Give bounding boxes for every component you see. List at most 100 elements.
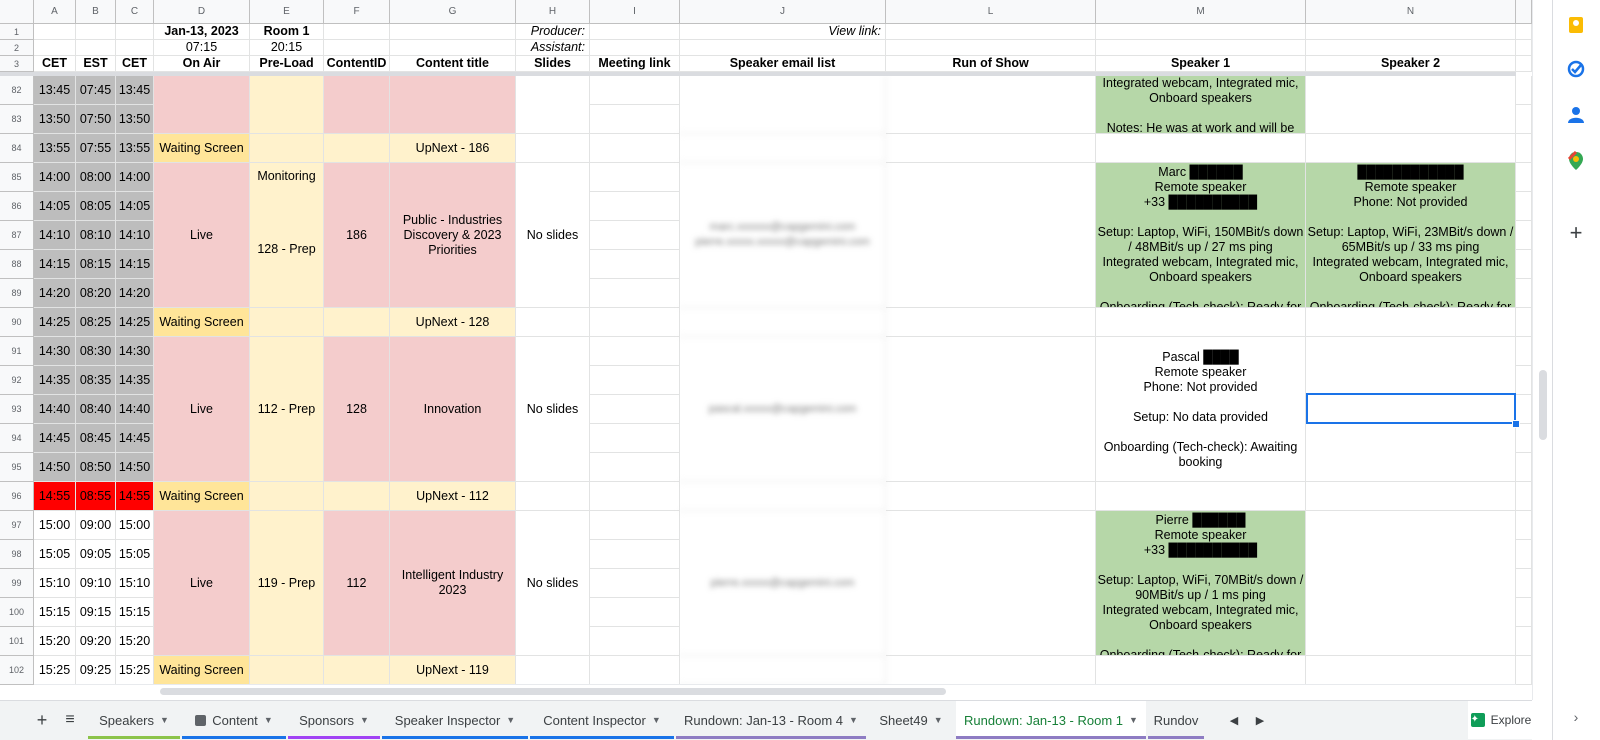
on-air-cell[interactable]: Waiting Screen (154, 656, 250, 685)
cet-time-cell[interactable]: 14:20 (34, 279, 76, 308)
speaker-1-cell[interactable] (1096, 134, 1306, 163)
column-title[interactable]: EST (76, 56, 116, 72)
cell[interactable] (1306, 40, 1516, 56)
column-title[interactable]: On Air (154, 56, 250, 72)
cet-time-cell[interactable]: 14:55 (116, 482, 154, 511)
cet-time-cell[interactable]: 14:05 (116, 192, 154, 221)
cell[interactable] (324, 40, 390, 56)
cell[interactable] (1516, 540, 1532, 569)
cell[interactable] (590, 366, 680, 395)
cell[interactable] (1516, 279, 1532, 308)
cell[interactable] (1516, 24, 1532, 40)
scroll-thumb[interactable] (1539, 370, 1547, 440)
cet-time-cell[interactable]: 14:15 (116, 250, 154, 279)
cell[interactable] (590, 40, 680, 56)
run-of-show-cell[interactable] (886, 511, 1096, 656)
speaker-1-cell[interactable]: Integrated webcam, Integrated mic, Onboa… (1096, 76, 1306, 134)
tab-menu-chevron-down-icon[interactable]: ▼ (264, 715, 273, 725)
content-title-cell[interactable]: UpNext - 112 (390, 482, 516, 511)
est-time-cell[interactable]: 09:15 (76, 598, 116, 627)
est-time-cell[interactable]: 08:05 (76, 192, 116, 221)
sheet-tab[interactable]: Content Inspector ▼ (530, 701, 674, 739)
horizontal-scrollbar[interactable] (34, 684, 1516, 699)
content-id-cell[interactable] (324, 656, 390, 685)
content-title-cell[interactable] (390, 76, 516, 134)
column-header-e[interactable]: E (250, 0, 324, 24)
tab-menu-chevron-down-icon[interactable]: ▼ (652, 715, 661, 725)
run-of-show-cell[interactable] (886, 76, 1096, 134)
cet-time-cell[interactable]: 14:45 (116, 424, 154, 453)
cet-time-cell[interactable]: 14:30 (116, 337, 154, 366)
preload-cell[interactable]: Monitoring 128 - Prep (250, 163, 324, 308)
column-header-i[interactable]: I (590, 0, 680, 24)
cell[interactable] (590, 308, 680, 337)
sheet-tab[interactable]: Speaker Inspector ▼ (382, 701, 528, 739)
spreadsheet-grid[interactable]: A B C D E F G H I J L M N 1 2 3 Jan-13, 2023 Room 1 Produc… (0, 0, 1532, 700)
column-header-l[interactable]: L (886, 0, 1096, 24)
speaker-email-cell[interactable]: pierre.xxxxx@capgemini.com (680, 511, 886, 656)
cell[interactable] (1516, 627, 1532, 656)
column-title[interactable]: Content title (390, 56, 516, 72)
cell[interactable] (590, 134, 680, 163)
cell[interactable] (1516, 656, 1532, 685)
sheet-tab[interactable]: Sponsors ▼ (288, 701, 380, 739)
column-title[interactable]: CET (116, 56, 154, 72)
content-title-cell[interactable]: UpNext - 128 (390, 308, 516, 337)
column-title[interactable]: Meeting link (590, 56, 680, 72)
cet-time-cell[interactable]: 14:40 (34, 395, 76, 424)
cell[interactable] (590, 569, 680, 598)
slides-cell[interactable] (516, 308, 590, 337)
slides-cell[interactable] (516, 656, 590, 685)
cell[interactable] (76, 24, 116, 40)
content-title-cell[interactable]: UpNext - 186 (390, 134, 516, 163)
cell[interactable] (1096, 40, 1306, 56)
cell[interactable] (590, 163, 680, 192)
cell[interactable] (1516, 337, 1532, 366)
column-header-a[interactable]: A (34, 0, 76, 24)
column-header-c[interactable]: C (116, 0, 154, 24)
cell[interactable] (590, 221, 680, 250)
sheet-tab[interactable]: Rundown: Jan-13 - Room 1 ▼ (956, 701, 1146, 739)
tab-menu-chevron-down-icon[interactable]: ▼ (934, 715, 943, 725)
cell[interactable] (590, 337, 680, 366)
content-id-cell[interactable] (324, 482, 390, 511)
speaker-email-cell[interactable] (680, 656, 886, 685)
cell[interactable] (1096, 24, 1306, 40)
on-air-cell[interactable]: Waiting Screen (154, 308, 250, 337)
cell[interactable] (1516, 105, 1532, 134)
est-time-cell[interactable]: 09:05 (76, 540, 116, 569)
cell[interactable] (390, 24, 516, 40)
cell[interactable] (1516, 192, 1532, 221)
cell[interactable] (1516, 308, 1532, 337)
est-time-cell[interactable]: 09:25 (76, 656, 116, 685)
cell[interactable] (590, 453, 680, 482)
on-air-cell[interactable]: Waiting Screen (154, 134, 250, 163)
run-of-show-cell[interactable] (886, 337, 1096, 482)
content-id-cell[interactable] (324, 134, 390, 163)
tab-menu-chevron-down-icon[interactable]: ▼ (506, 715, 515, 725)
preload-cell[interactable] (250, 134, 324, 163)
cet-time-cell[interactable]: 15:25 (34, 656, 76, 685)
cet-time-cell[interactable]: 15:20 (116, 627, 154, 656)
cell[interactable] (590, 395, 680, 424)
content-id-cell[interactable]: 128 (324, 337, 390, 482)
content-id-cell[interactable] (324, 308, 390, 337)
cell[interactable] (34, 24, 76, 40)
on-air-cell[interactable] (154, 76, 250, 134)
column-header-h[interactable]: H (516, 0, 590, 24)
cell[interactable] (1516, 221, 1532, 250)
content-title-cell[interactable]: Public - Industries Discovery & 2023 Pri… (390, 163, 516, 308)
est-time-cell[interactable]: 09:00 (76, 511, 116, 540)
select-all-corner[interactable] (0, 0, 34, 24)
cet-time-cell[interactable]: 15:00 (116, 511, 154, 540)
est-time-cell[interactable]: 07:50 (76, 105, 116, 134)
est-time-cell[interactable]: 08:45 (76, 424, 116, 453)
cet-time-cell[interactable]: 15:25 (116, 656, 154, 685)
speaker-email-cell[interactable] (680, 308, 886, 337)
cell[interactable] (590, 511, 680, 540)
cell[interactable] (1516, 56, 1532, 72)
column-header-d[interactable]: D (154, 0, 250, 24)
scroll-thumb[interactable] (160, 688, 946, 695)
slides-cell[interactable] (516, 76, 590, 134)
content-title-cell[interactable]: UpNext - 119 (390, 656, 516, 685)
